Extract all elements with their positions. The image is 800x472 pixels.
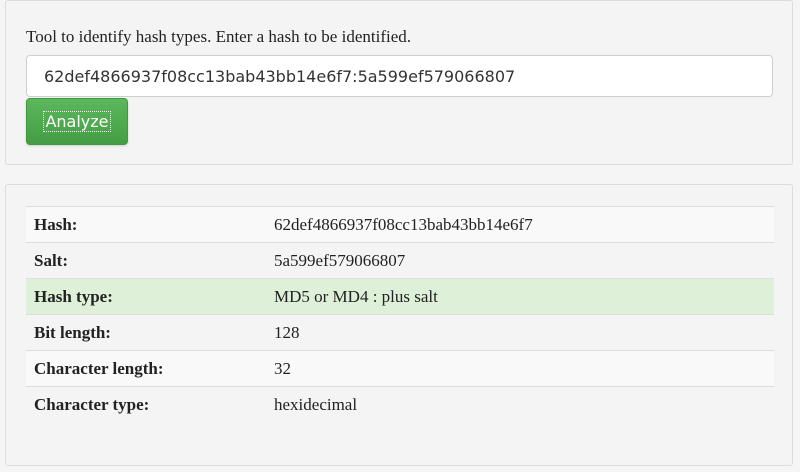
- row-value: 32: [266, 350, 774, 387]
- row-label: Character type:: [26, 386, 266, 423]
- row-label: Salt:: [26, 242, 266, 279]
- row-value: 128: [266, 314, 774, 351]
- hash-input[interactable]: [26, 55, 773, 97]
- row-value: 62def4866937f08cc13bab43bb14e6f7: [266, 206, 774, 243]
- hash-input-panel: Tool to identify hash types. Enter a has…: [5, 0, 793, 165]
- row-label: Bit length:: [26, 314, 266, 351]
- row-label: Character length:: [26, 350, 266, 387]
- result-row-salt: Salt: 5a599ef579066807: [26, 242, 774, 279]
- result-row-bit-length: Bit length: 128: [26, 314, 774, 351]
- analyze-button[interactable]: Analyze: [26, 98, 128, 145]
- analyze-button-label: Analyze: [43, 111, 111, 132]
- result-row-hash-type: Hash type: MD5 or MD4 : plus salt: [26, 278, 774, 315]
- result-row-hash: Hash: 62def4866937f08cc13bab43bb14e6f7: [26, 206, 774, 243]
- row-value: MD5 or MD4 : plus salt: [266, 278, 774, 315]
- result-row-character-type: Character type: hexidecimal: [26, 386, 774, 423]
- row-label: Hash type:: [26, 278, 266, 315]
- intro-text: Tool to identify hash types. Enter a has…: [26, 27, 411, 46]
- row-label: Hash:: [26, 206, 266, 243]
- result-row-character-length: Character length: 32: [26, 350, 774, 387]
- row-value: hexidecimal: [266, 386, 774, 423]
- results-table: Hash: 62def4866937f08cc13bab43bb14e6f7 S…: [26, 206, 774, 423]
- results-panel: Hash: 62def4866937f08cc13bab43bb14e6f7 S…: [5, 184, 793, 466]
- row-value: 5a599ef579066807: [266, 242, 774, 279]
